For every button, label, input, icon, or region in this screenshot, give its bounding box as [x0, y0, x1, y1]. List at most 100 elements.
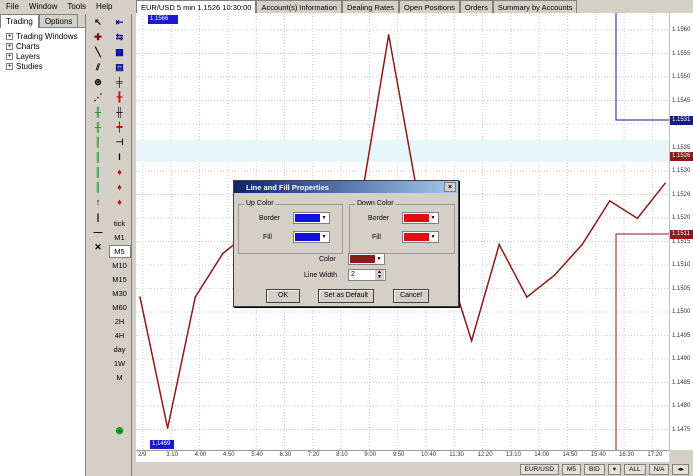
bars-green-4-icon[interactable]: ║	[90, 151, 106, 164]
bars-green-2-icon[interactable]: ╫	[90, 121, 106, 134]
spinner-icon[interactable]: ▲ ▼	[375, 270, 384, 280]
menu-window[interactable]: Window	[29, 2, 57, 11]
timeframe-m30[interactable]: M30	[109, 287, 131, 300]
marker-red-3-icon[interactable]: ♦	[112, 196, 128, 209]
trendline-icon[interactable]: ╲	[90, 46, 106, 59]
tree-item-trading-windows[interactable]: + Trading Windows	[0, 31, 85, 41]
close-icon[interactable]: ×	[444, 182, 456, 192]
candlestick-red-icon[interactable]: ╂	[112, 91, 128, 104]
price-label: 1.1535	[672, 144, 691, 151]
dropdown-arrow-icon[interactable]: ▼	[429, 214, 437, 222]
menu-help[interactable]: Help	[96, 2, 112, 11]
time-label: 15:40	[590, 452, 606, 458]
tree-item-charts[interactable]: + Charts	[0, 41, 85, 51]
expand-icon[interactable]: +	[6, 62, 13, 70]
price-label: 1.1475	[672, 426, 691, 433]
fibonacci-icon[interactable]: ⊛	[90, 76, 106, 89]
tab-dealing-rates[interactable]: Dealing Rates	[341, 0, 400, 13]
bar-chart-icon[interactable]: ╪	[112, 76, 128, 89]
time-label: 14:50	[562, 452, 578, 458]
timeframe-m10[interactable]: M10	[109, 259, 131, 272]
down-border-color-picker[interactable]: ▼	[402, 212, 439, 224]
line-color-picker[interactable]: ▼	[348, 253, 385, 265]
timeframe-m60[interactable]: M60	[109, 301, 131, 314]
timeframe-m5[interactable]: M5	[108, 245, 131, 258]
cancel-button[interactable]: Cancel	[393, 289, 429, 303]
status-chart-type-icon[interactable]: ▾	[607, 463, 622, 475]
grid-icon[interactable]: ▦	[112, 46, 128, 59]
tab-chart[interactable]: EUR/USD 5 min 1.1526 10:30:00	[136, 0, 257, 13]
timeframe-m1[interactable]: M1	[109, 231, 131, 244]
set-as-default-button[interactable]: Set as Default	[318, 289, 374, 303]
dropdown-arrow-icon[interactable]: ▼	[429, 233, 437, 241]
ibeam-icon[interactable]: I	[112, 151, 128, 164]
tab-summary[interactable]: Summary by Accounts	[492, 0, 578, 13]
arrow-up-icon[interactable]: ↑	[90, 196, 106, 209]
horizontal-line-icon[interactable]: —	[90, 226, 106, 239]
status-arrows-icon[interactable]: ◂▸	[672, 463, 689, 475]
price-point	[222, 252, 224, 255]
marker-red-2-icon[interactable]: ♦	[112, 181, 128, 194]
chart-toolbar: ⇤ ⇆ ▦ ▤ ╪ ╂ ╫ ┿ ⊣ I ♦ ♦ ♦ tick M1 M5 M10…	[108, 14, 132, 476]
menu-tools[interactable]: Tools	[67, 2, 86, 11]
vertical-line-icon[interactable]: |	[90, 211, 106, 224]
menu-file[interactable]: File	[6, 2, 19, 11]
zoom-in-icon[interactable]: ⇤	[112, 16, 128, 29]
tree-item-studies[interactable]: + Studies	[0, 61, 85, 71]
tab-orders[interactable]: Orders	[459, 0, 493, 13]
tab-open-positions[interactable]: Open Positions	[399, 0, 460, 13]
up-fill-color-picker[interactable]: ▼	[293, 231, 330, 243]
bars-green-3-icon[interactable]: ║	[90, 136, 106, 149]
price-label: 1.1510	[672, 262, 691, 268]
dropdown-arrow-icon[interactable]: ▼	[320, 214, 328, 222]
tab-options[interactable]: Options	[38, 14, 79, 27]
zoom-out-icon[interactable]: ⇆	[112, 31, 128, 44]
timeframe-2h[interactable]: 2H	[109, 315, 131, 328]
line-width-input[interactable]: 2 ▲ ▼	[348, 269, 386, 281]
status-all[interactable]: ALL	[624, 463, 646, 475]
status-timeframe[interactable]: M5	[561, 463, 581, 475]
down-fill-color-picker[interactable]: ▼	[402, 231, 439, 243]
tab-trading[interactable]: Trading	[0, 14, 39, 28]
bars-green-1-icon[interactable]: ╫	[90, 106, 106, 119]
price-label: 1.1550	[672, 74, 691, 80]
bars-green-6-icon[interactable]: ║	[90, 181, 106, 194]
marker-red-icon[interactable]: ♦	[112, 166, 128, 179]
bars-green-5-icon[interactable]: ║	[90, 166, 106, 179]
window-icon[interactable]: ▤	[112, 61, 128, 74]
timeframe-1w[interactable]: 1W	[109, 357, 131, 370]
arrow-right-icon[interactable]: ⊣	[112, 136, 128, 149]
tab-account-info[interactable]: Account(s) Information	[256, 0, 342, 13]
candlestick-icon[interactable]: ╫	[112, 106, 128, 119]
timeframe-day[interactable]: day	[109, 343, 131, 356]
dialog-title-bar[interactable]: Line and Fill Properties ×	[234, 181, 458, 193]
price-label: 1.1485	[672, 379, 691, 386]
timeframe-m15[interactable]: M15	[109, 273, 131, 286]
fib-fan-icon[interactable]: ⋰	[90, 91, 106, 104]
delete-icon[interactable]: ✕	[90, 241, 106, 254]
globe-icon[interactable]: ◉	[112, 424, 128, 437]
timeframe-month[interactable]: M	[109, 371, 131, 384]
timeframe-tick[interactable]: tick	[109, 217, 131, 230]
expand-icon[interactable]: +	[6, 42, 13, 50]
line-chart-icon[interactable]: ┿	[112, 121, 128, 134]
dropdown-arrow-icon[interactable]: ▼	[375, 255, 383, 263]
time-label: 16:30	[619, 452, 635, 458]
status-bid[interactable]: BID	[583, 463, 605, 475]
timeframe-4h[interactable]: 4H	[109, 329, 131, 342]
up-border-color-picker[interactable]: ▼	[293, 212, 330, 224]
crosshair-icon[interactable]: ✚	[90, 31, 106, 44]
up-color-group: Up Color Border ▼ Fill ▼	[238, 200, 343, 254]
expand-icon[interactable]: +	[6, 52, 13, 60]
down-fill-swatch	[404, 233, 429, 241]
status-symbol[interactable]: EUR/USD	[519, 463, 559, 475]
ok-button[interactable]: OK	[266, 289, 300, 303]
price-label: 1.1490	[672, 356, 691, 362]
expand-icon[interactable]: +	[6, 32, 13, 40]
dropdown-arrow-icon[interactable]: ▼	[320, 233, 328, 241]
tree-item-layers[interactable]: + Layers	[0, 51, 85, 61]
price-label: 1.1495	[672, 332, 691, 339]
channel-icon[interactable]: ⫽	[90, 61, 106, 74]
status-na[interactable]: N/A	[648, 463, 670, 475]
pointer-icon[interactable]: ↖	[90, 16, 106, 29]
